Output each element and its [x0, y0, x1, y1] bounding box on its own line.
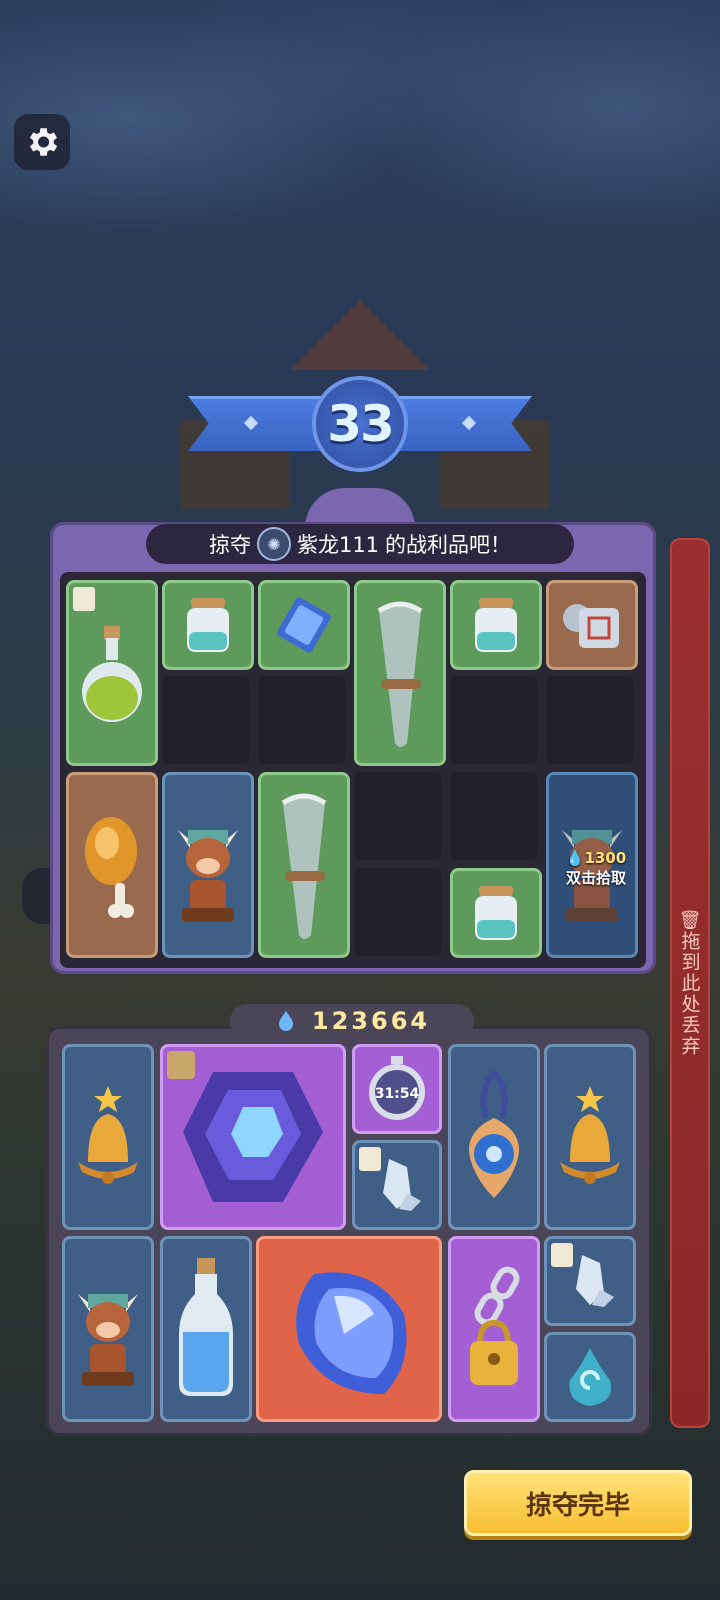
gear-icon: [29, 128, 58, 156]
inventory-item-white-crystal[interactable]: [352, 1140, 442, 1230]
loot-item-empty-jar[interactable]: [450, 580, 542, 670]
loot-item-empty-jar[interactable]: [162, 580, 254, 670]
discard-zone[interactable]: 🗑 拖到此处丢弃: [670, 538, 710, 1428]
bell-icon: [560, 1086, 620, 1184]
loot-title-suffix: 的战利品吧！: [385, 533, 512, 557]
loot-item-blue-card[interactable]: [258, 580, 350, 670]
loot-empty-cell: [450, 676, 538, 764]
jar-icon: [187, 598, 229, 652]
green-potion-icon: [82, 626, 142, 722]
horn-icon: [377, 601, 423, 747]
round-badge: 33: [312, 376, 408, 472]
card-icon: [277, 597, 331, 653]
blue-potion-icon: [179, 1258, 233, 1396]
gem-balance: 123664: [230, 1004, 474, 1038]
drumstick-icon: [85, 817, 137, 918]
finish-plunder-button[interactable]: 掠夺完毕: [464, 1470, 692, 1536]
price-value: 1300: [584, 849, 627, 867]
timer-value: 31:54: [375, 1086, 420, 1102]
bull-totem-icon: [78, 1294, 138, 1386]
stopwatch-icon: 31:54: [369, 1056, 425, 1120]
inventory-item-white-crystal[interactable]: [544, 1236, 636, 1326]
loot-item-bull-totem[interactable]: [162, 772, 254, 958]
inventory-item-golden-bell[interactable]: [544, 1044, 636, 1230]
loot-item-roast-drumstick[interactable]: [66, 772, 158, 958]
loot-title: 掠夺 ✺ 紫龙111 的战利品吧！: [146, 524, 574, 564]
inventory-item-water-drop[interactable]: [544, 1332, 636, 1422]
loot-item-stone-block[interactable]: [546, 580, 638, 670]
loot-empty-cell: [162, 676, 250, 764]
loot-empty-cell: [258, 676, 346, 764]
loot-item-stone-horn[interactable]: [354, 580, 446, 766]
gem-icon: [278, 1011, 293, 1031]
padlock-icon: [470, 1266, 520, 1385]
loot-item-price: 💧1300 双击拾取: [556, 848, 636, 888]
loot-title-prefix: 掠夺: [208, 533, 251, 557]
loot-empty-cell: [450, 772, 538, 860]
loot-empty-cell: [354, 868, 442, 956]
purple-gem-icon: [183, 1072, 323, 1202]
gem-icon: 💧: [565, 849, 585, 867]
pickup-hint: 双击拾取: [565, 869, 626, 887]
inventory-item-blue-potion[interactable]: [160, 1236, 252, 1422]
trash-icon: 🗑: [678, 909, 702, 931]
inventory-item-golden-bell[interactable]: [62, 1044, 154, 1230]
loot-item-empty-jar[interactable]: [450, 868, 542, 958]
opponent-avatar: ✺: [256, 527, 291, 561]
loot-item-green-potion[interactable]: [66, 580, 158, 766]
water-drop-icon: [569, 1348, 612, 1406]
inventory-item-blue-amulet[interactable]: [448, 1044, 540, 1230]
round-banner: 33: [188, 376, 532, 472]
bell-icon: [78, 1086, 138, 1184]
note-tag-icon: [359, 1147, 381, 1171]
loot-item-stone-horn[interactable]: [258, 772, 350, 958]
inventory-item-padlock-chain[interactable]: [448, 1236, 540, 1422]
inventory-item-purple-gem[interactable]: [160, 1044, 346, 1230]
loot-empty-cell: [354, 772, 442, 860]
background-roof: [290, 300, 430, 370]
note-tag-icon: [551, 1243, 573, 1267]
note-tag-icon: [73, 587, 95, 611]
bull-totem-icon: [178, 830, 238, 922]
settings-button[interactable]: [14, 114, 70, 170]
round-number: 33: [327, 395, 395, 453]
hammer-tag-icon: [167, 1051, 195, 1079]
jar-icon: [475, 598, 517, 652]
stone-block-icon: [563, 604, 619, 648]
inventory-item-bull-totem[interactable]: [62, 1236, 154, 1422]
opponent-name: 紫龙111: [296, 533, 380, 557]
amulet-icon: [469, 1070, 519, 1198]
loot-empty-cell: [546, 676, 634, 764]
jar-icon: [475, 886, 517, 940]
gem-count-value: 123664: [311, 1007, 431, 1035]
discard-label: 拖到此处丢弃: [678, 930, 701, 1057]
horn-icon: [281, 793, 327, 939]
inventory-item-blue-crystal[interactable]: [256, 1236, 442, 1422]
blue-crystal-icon: [296, 1272, 407, 1394]
inventory-item-stopwatch[interactable]: 31:54: [352, 1044, 442, 1134]
